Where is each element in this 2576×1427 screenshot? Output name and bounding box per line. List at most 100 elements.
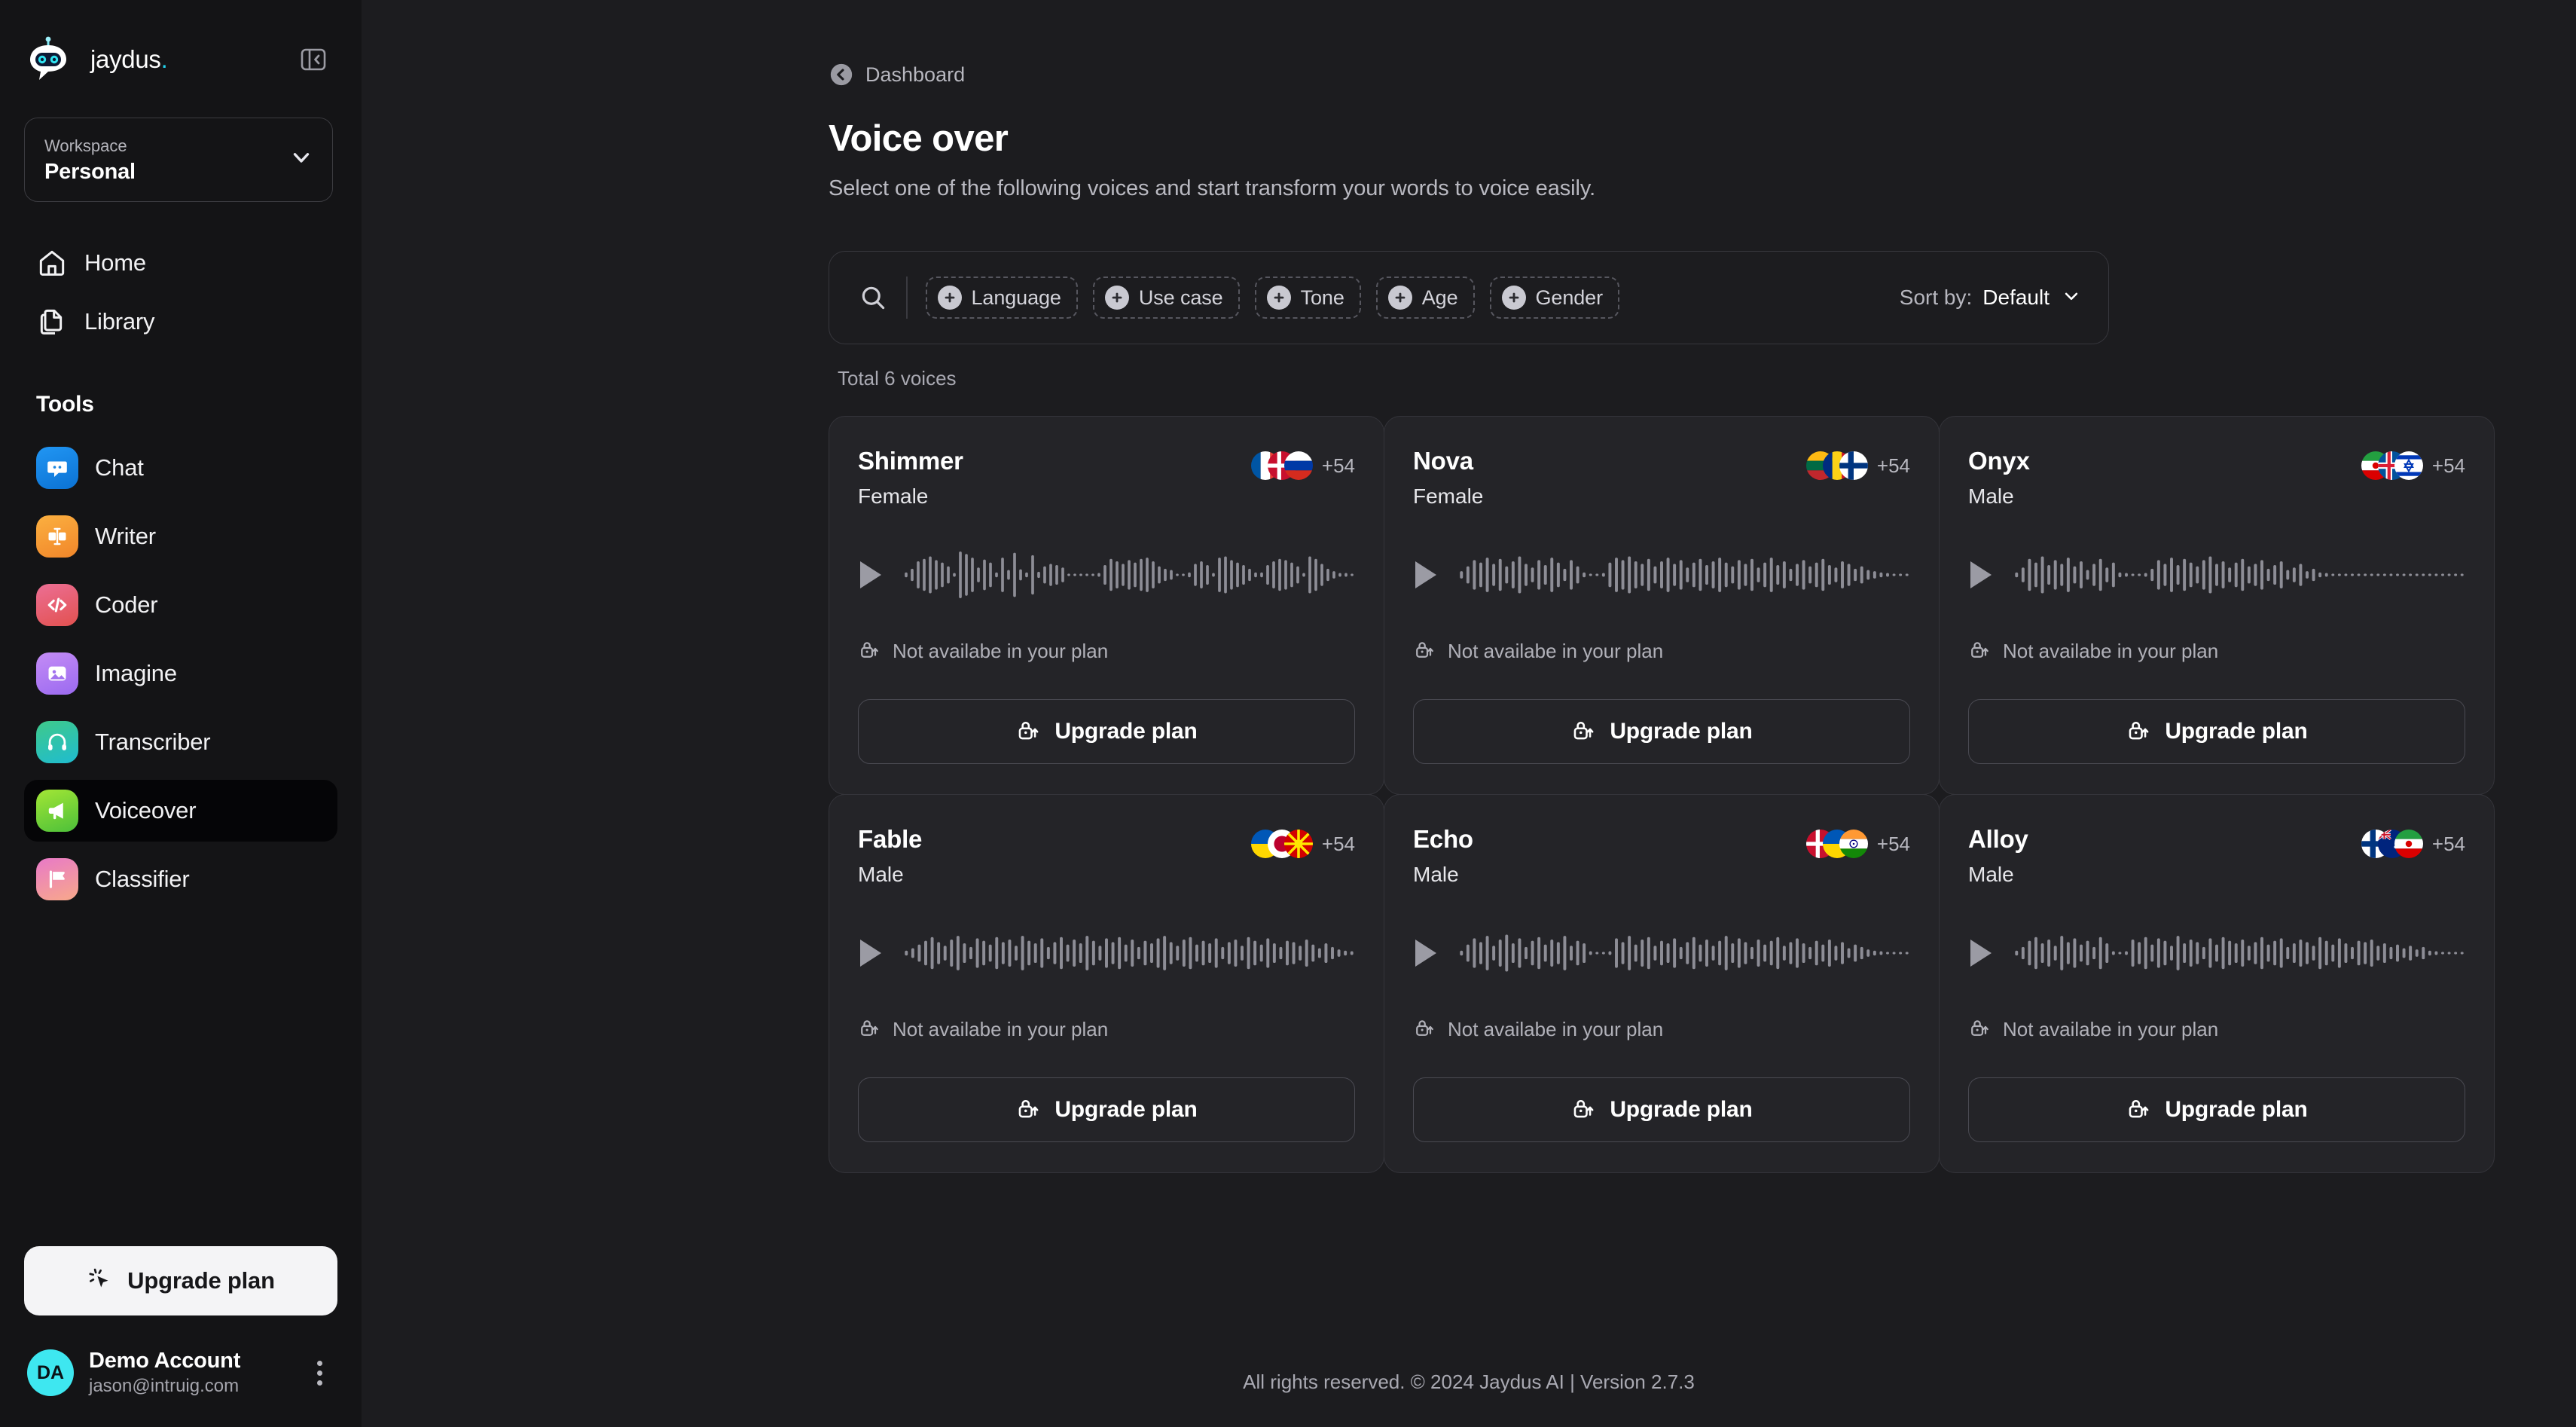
search-icon[interactable] [853,278,893,317]
flag-stack [1250,830,1313,858]
voice-name: Shimmer [858,447,963,475]
voice-gender: Female [1413,484,1484,508]
sidebar-item-label: Home [84,249,146,276]
voice-card[interactable]: Fable Male +54 Not availabe in your plan Upg… [829,794,1384,1173]
voice-languages[interactable]: +54 [1805,830,1910,858]
voice-identity: Shimmer Female [858,447,963,509]
flag-stack [2361,451,2423,480]
voice-card-header: Onyx Male +54 [1968,447,2465,509]
voice-identity: Alloy Male [1968,825,2028,887]
flag-iran [2394,830,2423,858]
sidebar-header: jaydus. [0,0,362,83]
lock-up-icon [1413,638,1436,665]
imagine-icon [36,652,78,695]
plan-notice: Not availabe in your plan [1968,1016,2465,1043]
lock-up-icon [1413,1016,1436,1043]
voice-card[interactable]: Nova Female +54 Not availabe in your plan Up… [1384,416,1940,795]
audio-player [1413,545,1910,605]
lock-up-icon [2126,717,2151,747]
voice-languages[interactable]: +54 [1250,830,1355,858]
waveform[interactable] [1458,923,1910,983]
waveform[interactable] [2013,545,2465,605]
voice-languages[interactable]: +54 [2361,451,2465,480]
filter-use-case[interactable]: Use case [1092,277,1240,319]
plan-notice: Not availabe in your plan [858,1016,1355,1043]
flag-stack [1250,451,1313,480]
voice-identity: Onyx Male [1968,447,2030,509]
sidebar-item-label: Transcriber [95,729,211,755]
voice-identity: Fable Male [858,825,922,887]
sidebar-footer: Upgrade plan DA Demo Account jason@intru… [0,1246,362,1427]
library-icon [36,306,68,338]
upgrade-plan-button[interactable]: Upgrade plan [1413,1077,1910,1142]
cursor-sparkle-icon [87,1266,114,1297]
sidebar-item-label: Library [84,308,155,335]
kebab-menu-icon[interactable] [304,1360,334,1386]
play-icon[interactable] [1413,938,1439,968]
breadcrumb[interactable]: Dashboard [829,62,2109,87]
lock-up-icon [858,1016,881,1043]
play-icon[interactable] [858,938,884,968]
voice-languages[interactable]: +54 [1250,451,1355,480]
workspace-selector[interactable]: Workspace Personal [24,118,333,202]
audio-player [1413,923,1910,983]
sidebar-item-voiceover[interactable]: Voiceover [24,780,337,842]
waveform[interactable] [903,545,1355,605]
filter-age[interactable]: Age [1375,277,1475,319]
voice-languages[interactable]: +54 [1805,451,1910,480]
voice-name: Onyx [1968,447,2030,475]
sidebar-item-writer[interactable]: Writer [24,506,337,567]
voice-identity: Echo Male [1413,825,1473,887]
tools-list: Chat Writer Coder Imagine Transcriber Vo… [0,437,362,917]
voice-card[interactable]: Shimmer Female +54 Not availabe in your pla… [829,416,1384,795]
plan-notice: Not availabe in your plan [1413,638,1910,665]
sidebar-item-transcriber[interactable]: Transcriber [24,711,337,773]
audio-player [858,923,1355,983]
plan-notice: Not availabe in your plan [858,638,1355,665]
voice-identity: Nova Female [1413,447,1483,509]
sidebar-item-library[interactable]: Library [24,294,337,350]
flag-russia [1283,451,1313,480]
play-icon[interactable] [858,560,884,590]
sidebar-item-imagine[interactable]: Imagine [24,643,337,704]
upgrade-plan-button[interactable]: Upgrade plan [24,1246,337,1315]
sidebar-item-chat[interactable]: Chat [24,437,337,499]
filter-language[interactable]: Language [925,277,1078,319]
waveform[interactable] [1458,545,1910,605]
upgrade-plan-button[interactable]: Upgrade plan [1413,699,1910,764]
play-icon[interactable] [1968,938,1994,968]
play-icon[interactable] [1413,560,1439,590]
upgrade-plan-button[interactable]: Upgrade plan [1968,1077,2465,1142]
upgrade-plan-button[interactable]: Upgrade plan [1968,699,2465,764]
upgrade-plan-label: Upgrade plan [1055,1097,1198,1122]
filter-gender[interactable]: Gender [1489,277,1619,319]
sidebar-collapse-icon[interactable] [297,43,330,76]
upgrade-plan-button[interactable]: Upgrade plan [858,699,1355,764]
brand[interactable]: jaydus. [29,36,168,83]
voice-card[interactable]: Onyx Male +54 Not availabe in your plan Upgr… [1939,416,2495,795]
plus-circle-icon [1266,286,1291,310]
sidebar-item-classifier[interactable]: Classifier [24,848,337,910]
filter-label: Language [971,286,1061,309]
sidebar-item-coder[interactable]: Coder [24,574,337,636]
footer-text: All rights reserved. © 2024 Jaydus AI | … [1243,1370,1695,1393]
sidebar-item-label: Classifier [95,866,190,892]
sidebar-item-home[interactable]: Home [24,235,337,291]
upgrade-plan-button[interactable]: Upgrade plan [858,1077,1355,1142]
voice-languages[interactable]: +54 [2361,830,2465,858]
filter-tone[interactable]: Tone [1254,277,1361,319]
voice-card[interactable]: Alloy Male +54 Not availabe in your plan Upg… [1939,794,2495,1173]
voice-card[interactable]: Echo Male +54 Not availabe in your plan Upgr… [1384,794,1940,1173]
waveform[interactable] [903,923,1355,983]
account-section[interactable]: DA Demo Account jason@intruig.com [24,1349,337,1397]
play-icon[interactable] [1968,560,1994,590]
plus-circle-icon [1104,286,1129,310]
filter-toolbar: Language Use case Tone Age Gender Sort b… [829,251,2109,344]
robot-logo-icon [29,36,80,83]
writer-icon [36,515,78,558]
waveform[interactable] [2013,923,2465,983]
voice-gender: Female [858,484,929,508]
voice-gender: Male [858,863,904,886]
sort-by-dropdown[interactable]: Sort by: Default [1900,285,2083,311]
sort-by-value: Default [1982,286,2050,309]
